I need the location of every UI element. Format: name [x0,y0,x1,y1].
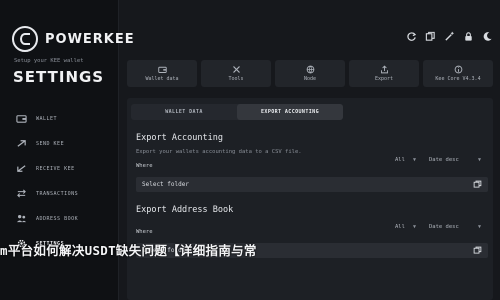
export-address-book-title: Export Address Book [136,205,234,215]
send-icon [14,137,28,151]
refresh-icon[interactable] [405,30,418,43]
export-icon [380,65,388,74]
where-label: Where [136,229,153,235]
select-folder-field[interactable]: Select folder [136,177,488,192]
tab-label: Kee Core V4.3.4 [435,76,481,82]
filter-dropdown[interactable]: All ▼ [392,222,419,232]
chevron-down-icon: ▼ [477,224,481,230]
sidebar-item-label: SEND KEE [36,140,65,147]
tab-export[interactable]: Export [349,60,419,87]
copy-icon[interactable] [424,30,437,43]
select-folder-text: Select folder [142,181,189,188]
sort-value: Date desc [429,224,459,230]
powerkee-logo-icon [12,26,38,52]
where-label: Where [136,163,153,169]
wallet-icon [14,112,28,126]
top-toolbar [405,30,494,43]
info-icon [454,65,462,74]
sidebar-item-wallet[interactable]: WALLET [14,106,78,131]
tab-label: Node [303,76,317,82]
tab-label: Tools [228,76,244,82]
sort-dropdown[interactable]: Date desc ▼ [426,222,484,232]
chevron-down-icon: ▼ [412,157,416,163]
folder-open-icon[interactable] [473,180,482,189]
brand-name: POWERKEE [45,31,135,47]
sort-value: Date desc [429,157,459,163]
wallet-icon [157,66,167,73]
subtab-export-accounting[interactable]: EXPORT ACCOUNTING [237,104,343,120]
sidebar-item-label: ADDRESS BOOK [36,215,79,222]
tab-tools[interactable]: Tools [201,60,271,87]
sidebar-item-transactions[interactable]: TRANSACTIONS [14,181,78,206]
sidebar-item-send-kee[interactable]: SEND KEE [14,131,78,156]
sort-dropdown[interactable]: Date desc ▼ [426,155,484,165]
logo: POWERKEE [12,26,135,52]
tab-kee-core[interactable]: Kee Core V4.3.4 [423,60,493,87]
receive-icon [14,162,28,176]
node-icon [306,65,314,74]
settings-panel: WALLET DATA EXPORT ACCOUNTING Export Acc… [127,98,493,300]
tab-label: Wallet data [145,76,179,82]
tools-icon [232,66,240,73]
sidebar-item-label: TRANSACTIONS [36,190,79,197]
tab-label: Export [374,76,394,82]
export-accounting-desc: Export your wallets accounting data to a… [136,149,302,155]
settings-tabs: Wallet data Tools Node Export Kee Core V… [127,60,493,87]
tab-wallet-data[interactable]: Wallet data [127,60,197,87]
page-title: SETTINGS [13,68,105,86]
sidebar-item-label: RECEIVE KEE [36,165,75,172]
address-book-icon [14,212,28,226]
chevron-down-icon: ▼ [412,224,416,230]
chevron-down-icon: ▼ [477,157,481,163]
tab-node[interactable]: Node [275,60,345,87]
overlay-caption: m平台如何解决USDT缺失问题【详细指南与常 [0,243,257,258]
sidebar-item-address-book[interactable]: ADDRESS BOOK [14,206,78,231]
brand-tagline: Setup your KEE wallet [14,58,84,64]
panel-subtabs: WALLET DATA EXPORT ACCOUNTING [131,104,343,120]
filter-value: All [395,157,405,163]
moon-icon[interactable] [481,30,494,43]
sidebar-item-label: WALLET [36,115,58,122]
sidebar-item-receive-kee[interactable]: RECEIVE KEE [14,156,78,181]
transactions-icon [14,187,28,201]
export-accounting-title: Export Accounting [136,133,223,143]
lock-icon[interactable] [462,30,475,43]
filter-value: All [395,224,405,230]
filter-dropdown[interactable]: All ▼ [392,155,419,165]
subtab-wallet-data[interactable]: WALLET DATA [131,104,237,120]
sidebar-nav: WALLET SEND KEE RECEIVE KEE TRANSACTIONS… [14,106,78,256]
wand-icon[interactable] [443,30,456,43]
